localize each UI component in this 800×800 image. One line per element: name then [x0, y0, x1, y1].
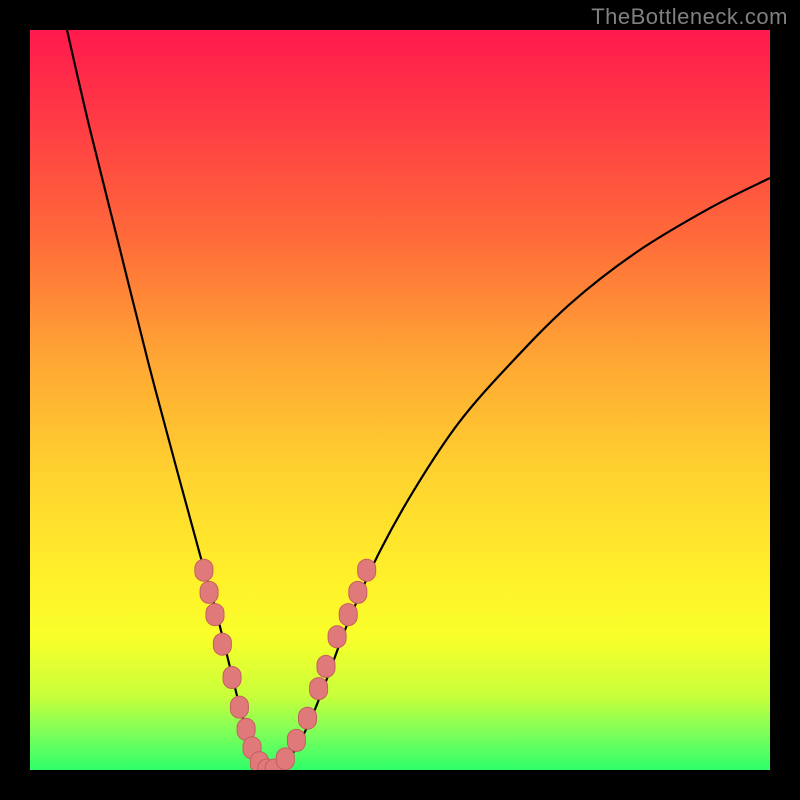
- data-marker: [206, 604, 224, 626]
- data-marker: [276, 748, 294, 770]
- bottleneck-curve: [67, 30, 770, 770]
- marker-group-right: [265, 559, 376, 770]
- data-marker: [195, 559, 213, 581]
- plot-area: [30, 30, 770, 770]
- data-marker: [230, 696, 248, 718]
- data-marker: [349, 581, 367, 603]
- data-marker: [299, 707, 317, 729]
- data-marker: [287, 729, 305, 751]
- data-marker: [223, 667, 241, 689]
- data-marker: [358, 559, 376, 581]
- data-marker: [310, 678, 328, 700]
- curve-layer: [30, 30, 770, 770]
- watermark-text: TheBottleneck.com: [591, 4, 788, 30]
- marker-group-left: [195, 559, 276, 770]
- data-marker: [200, 581, 218, 603]
- data-marker: [213, 633, 231, 655]
- data-marker: [328, 626, 346, 648]
- data-marker: [317, 655, 335, 677]
- chart-container: TheBottleneck.com: [0, 0, 800, 800]
- data-marker: [339, 604, 357, 626]
